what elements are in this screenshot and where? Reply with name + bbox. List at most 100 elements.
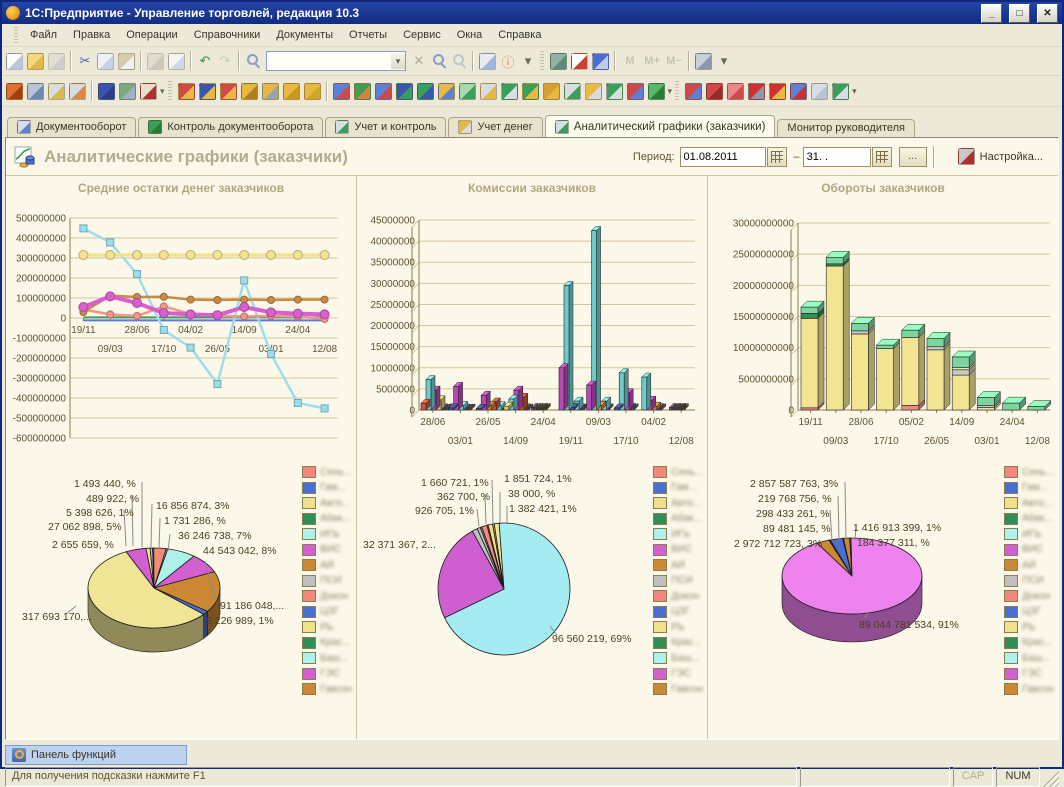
memory-subtract-icon[interactable]: M− xyxy=(664,52,684,70)
buyer-invoice-icon[interactable] xyxy=(375,83,392,100)
window-list-icon[interactable] xyxy=(479,53,496,70)
new-document-icon[interactable] xyxy=(6,53,23,70)
line-chart-svg[interactable]: -600000000-500000000-400000000-300000000… xyxy=(6,196,354,454)
returns-report-icon[interactable] xyxy=(69,83,86,100)
about-icon[interactable]: ⓘ xyxy=(499,52,517,70)
function-panel-tab[interactable]: Панель функций xyxy=(5,745,187,765)
open-document-icon[interactable] xyxy=(27,53,44,70)
manager-document-icon[interactable] xyxy=(627,83,644,100)
menu-documents[interactable]: Документы xyxy=(268,27,341,43)
coins-icon[interactable] xyxy=(304,83,321,100)
export-data-icon[interactable] xyxy=(417,83,434,100)
summary-customer-2-icon[interactable] xyxy=(706,83,723,100)
paste-icon[interactable] xyxy=(118,53,135,70)
customer-sales-icon[interactable] xyxy=(220,83,237,100)
undo-icon[interactable]: ↶ xyxy=(196,52,214,70)
print-icon[interactable] xyxy=(147,53,164,70)
cash-register-icon[interactable] xyxy=(27,83,44,100)
bar-chart-canvas[interactable]: 0500000000010000000000150000000002000000… xyxy=(708,196,1058,457)
menu-file[interactable]: Файл xyxy=(22,27,65,43)
maximize-button[interactable]: □ xyxy=(1009,4,1030,23)
period-more-button[interactable]: ... xyxy=(899,147,927,167)
documents-journal-icon[interactable] xyxy=(459,83,476,100)
toolbar-options-icon[interactable]: ▾ xyxy=(715,52,733,70)
find-previous-icon[interactable] xyxy=(450,52,468,70)
add-coins-icon[interactable] xyxy=(522,83,539,100)
menu-operations[interactable]: Операции xyxy=(118,27,185,43)
customer-orders-icon[interactable] xyxy=(199,83,216,100)
pie-chart-turnover-structure[interactable]: 2 857 587 763, 3% 219 768 756, % 298 433… xyxy=(708,454,1058,740)
clear-find-icon[interactable]: ✕ xyxy=(410,52,428,70)
print-preview-icon[interactable] xyxy=(168,53,185,70)
sum-cube-2-icon[interactable] xyxy=(769,83,786,100)
coins-document-icon[interactable] xyxy=(585,83,602,100)
payment-box-icon[interactable] xyxy=(119,83,136,100)
bar-chart-commissions[interactable]: Комиссии заказчиков 05000000100000001500… xyxy=(357,176,707,454)
pie-chart-commissions-structure[interactable]: 1 660 721, 1% 1 851 724, 1% 362 700, % 3… xyxy=(357,454,707,740)
toolbar-drag-handle[interactable] xyxy=(540,51,544,71)
tab-1[interactable]: Документооборот xyxy=(7,117,136,137)
tab-4[interactable]: Учет денег xyxy=(448,117,542,137)
sales-report-icon[interactable] xyxy=(48,83,65,100)
settings-button[interactable]: Настройка... xyxy=(951,146,1050,167)
percent-document-icon[interactable] xyxy=(606,83,623,100)
toolbar-drag-handle[interactable] xyxy=(168,81,172,101)
bar3d-stacked-chart-svg[interactable]: 0500000000010000000000150000000002000000… xyxy=(708,196,1056,454)
find-next-icon[interactable] xyxy=(430,52,448,70)
line-chart-average-balances[interactable]: Средние остатки денег заказчиков -600000… xyxy=(6,176,356,454)
about-menu-icon[interactable]: ▾ xyxy=(519,52,537,70)
combo-dropdown-icon[interactable]: ▾ xyxy=(391,53,405,69)
calculator-icon[interactable] xyxy=(550,53,567,70)
redo-icon[interactable]: ↷ xyxy=(216,52,234,70)
tab-5[interactable]: Аналитический графики (заказчики) xyxy=(545,115,776,137)
line-chart-canvas[interactable]: -600000000-500000000-400000000-300000000… xyxy=(6,196,356,457)
cash-balances-icon[interactable] xyxy=(283,83,300,100)
remove-coins-icon[interactable] xyxy=(543,83,560,100)
counterparties-icon[interactable] xyxy=(98,83,115,100)
tab-3[interactable]: Учет и контроль xyxy=(325,117,446,137)
temporary-lock-icon[interactable] xyxy=(592,53,609,70)
copy-icon[interactable] xyxy=(97,53,114,70)
menu-directories[interactable]: Справочники xyxy=(186,27,269,43)
calendar-icon[interactable] xyxy=(571,53,588,70)
customer-debt-icon[interactable] xyxy=(178,83,195,100)
bar3d-grouped-chart-svg[interactable]: 0500000010000000150000002000000025000000… xyxy=(357,196,705,454)
pie-chart-balances-structure[interactable]: 1 493 440, % 489 922, % 5 398 626, 1% 27… xyxy=(6,454,356,740)
tab-6[interactable]: Монитор руководителя xyxy=(777,119,915,137)
memory-add-icon[interactable]: M+ xyxy=(642,52,662,70)
company-funds-icon[interactable] xyxy=(262,83,279,100)
calendar-picker-icon[interactable] xyxy=(872,147,892,167)
sum-check-icon[interactable] xyxy=(832,83,849,100)
buyer-order-icon[interactable] xyxy=(333,83,350,100)
price-calculation-icon-dropdown[interactable]: ▾ xyxy=(160,86,165,97)
menu-service[interactable]: Сервис xyxy=(395,27,449,43)
green-card-icon-dropdown[interactable]: ▾ xyxy=(668,86,673,97)
menu-edit[interactable]: Правка xyxy=(65,27,118,43)
resize-grip[interactable] xyxy=(1043,767,1059,787)
toolbar-drag-handle[interactable] xyxy=(675,81,679,101)
import-data-icon[interactable] xyxy=(396,83,413,100)
minimize-button[interactable]: _ xyxy=(981,4,1002,23)
menu-reports[interactable]: Отчеты xyxy=(341,27,395,43)
service-settings-icon[interactable] xyxy=(695,53,712,70)
incoming-payment-icon[interactable] xyxy=(480,83,497,100)
menu-windows[interactable]: Окна xyxy=(449,27,491,43)
menu-help[interactable]: Справка xyxy=(490,27,549,43)
customer-payments-icon[interactable] xyxy=(241,83,258,100)
documents-cabinet-icon[interactable] xyxy=(6,83,23,100)
find-icon[interactable] xyxy=(244,52,262,70)
tab-2[interactable]: Контроль документооборота xyxy=(138,117,323,137)
menu-drag-handle[interactable] xyxy=(14,27,18,43)
memory-recall-icon[interactable]: M xyxy=(620,52,640,70)
period-to-input[interactable] xyxy=(803,147,871,167)
period-from-input[interactable] xyxy=(680,147,766,167)
data-export-icon[interactable] xyxy=(354,83,371,100)
save-document-icon[interactable] xyxy=(48,53,65,70)
sum-check-icon-dropdown[interactable]: ▾ xyxy=(852,86,857,97)
sum-cube-icon[interactable] xyxy=(748,83,765,100)
bar-chart-turnover[interactable]: Обороты заказчиков 050000000001000000000… xyxy=(708,176,1058,454)
price-calculation-icon[interactable] xyxy=(140,83,157,100)
close-button[interactable]: ✕ xyxy=(1037,4,1058,23)
summary-customer-icon[interactable] xyxy=(685,83,702,100)
calendar-picker-icon[interactable] xyxy=(767,147,787,167)
